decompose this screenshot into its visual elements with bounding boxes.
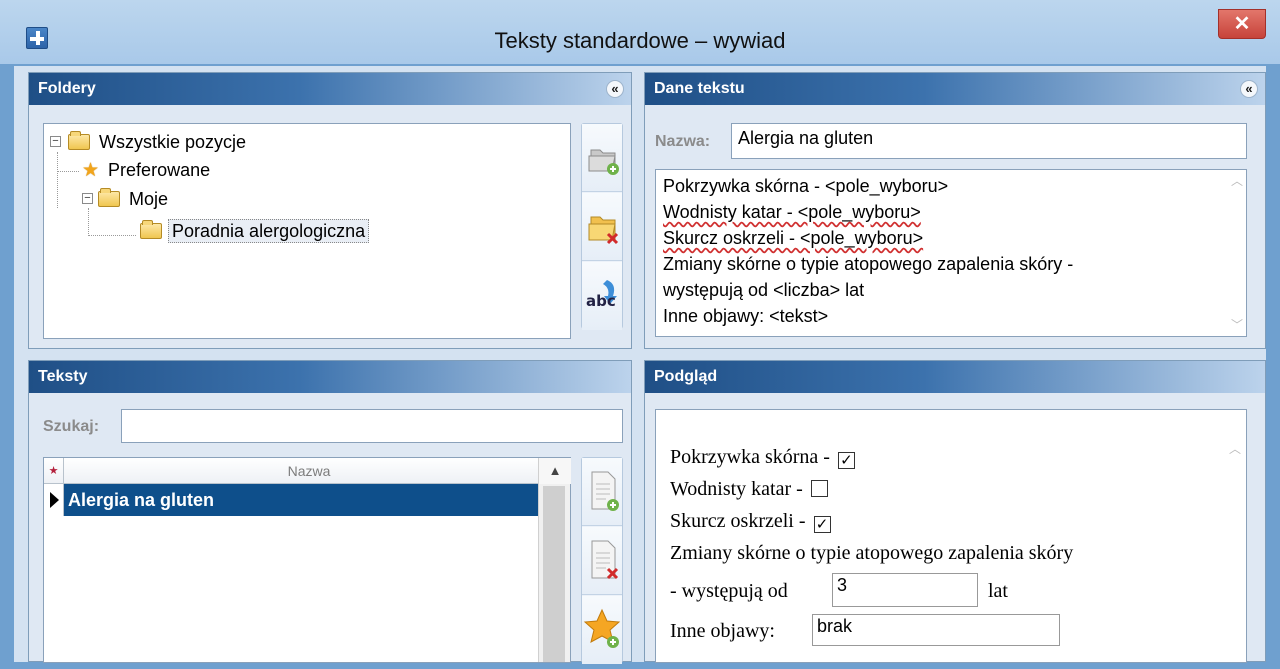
body-line: Wodnisty katar - <pole_wyboru> (663, 202, 921, 222)
preview-area: ︿ Pokrzywka skórna - ✓ Wodnisty katar - S… (655, 409, 1247, 663)
tree-item-all[interactable]: − Wszystkie pozycje (50, 128, 249, 156)
name-label: Nazwa: (655, 133, 711, 150)
title-bar: Teksty standardowe – wywiad ✕ (0, 0, 1280, 64)
scroll-thumb[interactable] (543, 486, 565, 662)
add-favorite-icon (583, 608, 621, 648)
favorite-column-icon[interactable]: ★ (44, 458, 64, 484)
close-button[interactable]: ✕ (1218, 9, 1266, 39)
delete-text-icon (591, 540, 619, 580)
tree-item-label: Moje (129, 189, 169, 209)
tree-connector (57, 171, 79, 172)
scroll-up-icon[interactable]: ︿ (1228, 172, 1246, 190)
folders-panel: Foldery « − Wszystkie pozycje ★ Preferowa… (28, 72, 632, 349)
scroll-up-icon[interactable]: ︿ (1224, 440, 1246, 458)
texts-panel-title: Teksty (38, 368, 88, 385)
folder-icon (140, 220, 162, 239)
body-line: Pokrzywka skórna - <pole_wyboru> (663, 176, 949, 196)
text-actions-toolbar (581, 457, 623, 664)
body-line: Inne objawy: <tekst> (663, 306, 829, 326)
tree-item-preferred[interactable]: ★ Preferowane (82, 156, 213, 184)
preview-text: lat (988, 580, 1008, 602)
folder-icon (68, 131, 90, 150)
star-icon: ★ (82, 160, 100, 181)
collapse-folders-button[interactable]: « (606, 80, 624, 98)
body-line: Skurcz oskrzeli - <pole_wyboru> (663, 228, 924, 248)
text-data-panel-title: Dane tekstu (654, 80, 745, 97)
preview-text: Pokrzywka skórna - (670, 446, 830, 468)
add-folder-icon (588, 149, 619, 175)
text-body-editor[interactable]: Pokrzywka skórna - <pole_wyboru> Wodnist… (655, 169, 1247, 337)
skurcz-checkbox[interactable]: ✓ (813, 516, 831, 533)
add-text-button[interactable] (582, 458, 622, 526)
texts-panel: Teksty Szukaj: ★ Nazwa Alergia na gluten… (28, 360, 632, 664)
collapse-expander-icon[interactable]: − (50, 136, 61, 147)
preview-line-skurcz: Skurcz oskrzeli - ✓ (670, 510, 831, 533)
folder-icon (98, 188, 120, 207)
table-row[interactable]: Alergia na gluten (44, 484, 538, 516)
add-folder-button[interactable] (582, 124, 622, 192)
tree-item-label: Wszystkie pozycje (99, 132, 247, 152)
tree-item-label: Preferowane (108, 160, 211, 180)
preview-panel-header: Podgląd (645, 361, 1265, 393)
body-line: występują od <liczba> lat (663, 280, 865, 300)
preview-panel: Podgląd ︿ Pokrzywka skórna - ✓ Wodnisty k… (644, 360, 1266, 663)
other-symptoms-input[interactable]: brak (812, 614, 1060, 646)
tree-connector (88, 235, 136, 236)
tree-connector (57, 152, 58, 208)
pokrzywka-checkbox[interactable]: ✓ (837, 452, 855, 469)
add-favorite-button[interactable] (582, 596, 622, 664)
folder-actions-toolbar: abc (581, 123, 623, 330)
add-text-icon (591, 471, 619, 511)
rename-folder-button[interactable]: abc (582, 262, 622, 330)
years-input[interactable]: 3 (832, 573, 978, 607)
preview-text: - występują od (670, 580, 788, 602)
name-field[interactable]: Alergia na gluten (731, 123, 1247, 159)
preview-text: Wodnisty katar - (670, 478, 803, 500)
delete-folder-button[interactable] (582, 193, 622, 261)
folder-tree[interactable]: − Wszystkie pozycje ★ Preferowane − Moje … (43, 123, 571, 339)
preview-scrollbar[interactable]: ︿ (1224, 410, 1246, 662)
tree-item-label: Poradnia alergologiczna (168, 219, 370, 243)
body-line: Zmiany skórne o typie atopowego zapaleni… (663, 254, 1074, 274)
preview-panel-title: Podgląd (654, 368, 718, 385)
tree-item-moje[interactable]: − Moje (82, 185, 171, 213)
window-title: Teksty standardowe – wywiad (494, 28, 786, 53)
preview-text: Inne objawy: (670, 620, 775, 642)
preview-text: Skurcz oskrzeli - (670, 510, 806, 532)
preview-line-zmiany: Zmiany skórne o typie atopowego zapaleni… (670, 542, 1074, 564)
text-data-panel-header: Dane tekstu « (645, 73, 1265, 105)
scroll-up-icon[interactable]: ▲ (539, 458, 571, 484)
row-name-cell: Alergia na gluten (64, 484, 538, 516)
svg-text:abc: abc (586, 292, 616, 310)
search-label: Szukaj: (43, 418, 100, 435)
rename-abc-icon: abc (586, 280, 617, 310)
delete-folder-icon (588, 216, 619, 245)
body-scrollbar[interactable]: ︿ ﹀ (1228, 170, 1246, 336)
delete-text-button[interactable] (582, 527, 622, 595)
preview-line-katar: Wodnisty katar - (670, 478, 828, 501)
folders-panel-header: Foldery « (29, 73, 631, 105)
tree-item-poradnia[interactable]: Poradnia alergologiczna (140, 217, 370, 245)
texts-grid: ★ Nazwa Alergia na gluten ▲ (43, 457, 571, 663)
row-indicator-icon (44, 484, 64, 516)
collapse-expander-icon[interactable]: − (82, 193, 93, 204)
scroll-down-icon[interactable]: ﹀ (1228, 316, 1246, 334)
folders-panel-title: Foldery (38, 80, 96, 97)
text-data-panel: Dane tekstu « Nazwa: Alergia na gluten P… (644, 72, 1266, 349)
name-column-header[interactable]: Nazwa (64, 458, 554, 484)
katar-checkbox[interactable] (810, 480, 828, 497)
grid-scrollbar[interactable]: ▲ (538, 458, 571, 662)
texts-panel-header: Teksty (29, 361, 631, 393)
collapse-text-data-button[interactable]: « (1240, 80, 1258, 98)
search-input[interactable] (121, 409, 623, 443)
preview-line-pokrzywka: Pokrzywka skórna - ✓ (670, 446, 855, 469)
grid-header: ★ Nazwa (44, 458, 554, 484)
